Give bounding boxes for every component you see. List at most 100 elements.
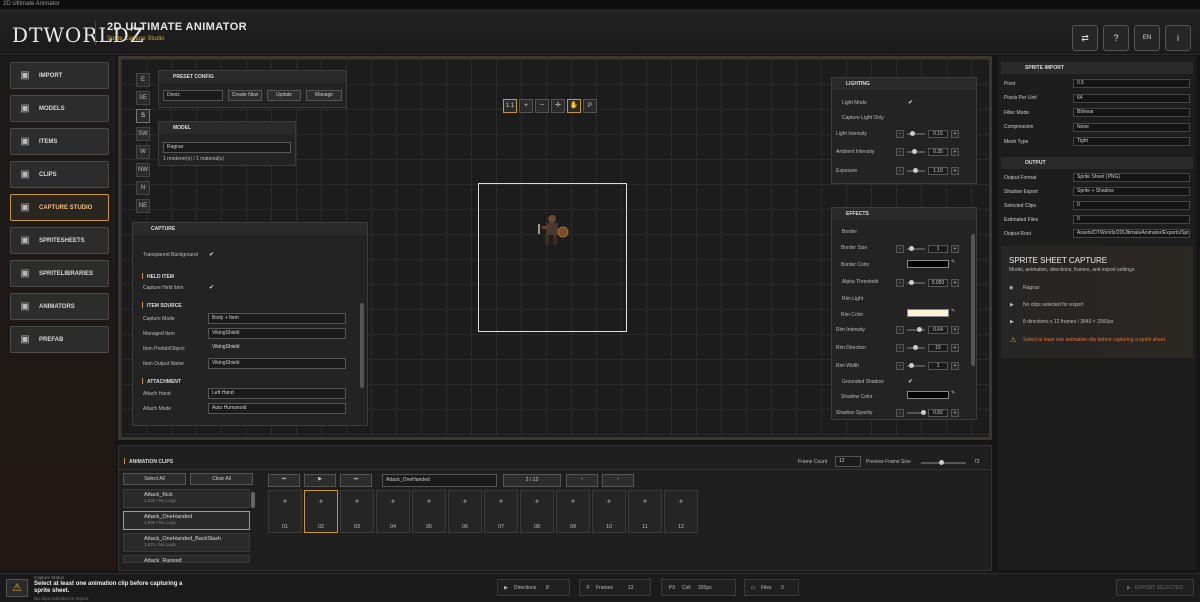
prev-frame-button[interactable]: ‹ xyxy=(566,474,598,487)
create-new-button[interactable]: Create New xyxy=(228,90,262,101)
direction-sw-button[interactable]: SW xyxy=(136,127,150,141)
model-select[interactable]: Ragnar xyxy=(163,142,291,153)
transparent-bg-check[interactable]: ✔ xyxy=(209,251,214,258)
pan-button[interactable]: ✋ xyxy=(567,99,581,113)
rim-width-increment[interactable]: + xyxy=(951,362,959,370)
clip-item[interactable]: Attack_OneHanded 1.93s / No Loop xyxy=(123,511,250,530)
output-field-1[interactable]: Sprite + Shadow xyxy=(1073,187,1190,196)
shadow-color-picker[interactable]: ✎ xyxy=(951,390,955,396)
light-intensity-decrement[interactable]: - xyxy=(896,130,904,138)
attach-hand-select[interactable]: Left Hand xyxy=(208,388,346,399)
capture-scrollbar[interactable] xyxy=(360,303,364,388)
rim-intensity-increment[interactable]: + xyxy=(951,326,959,334)
settings-sliders-button[interactable]: ⇄ xyxy=(1072,25,1098,51)
help-button[interactable]: ? xyxy=(1103,25,1129,51)
sidebar-item-spritesheets[interactable]: ▣ SPRITESHEETS xyxy=(10,227,109,254)
update-button[interactable]: Update xyxy=(267,90,301,101)
exposure-slider[interactable] xyxy=(907,168,925,173)
item-prefab-field[interactable]: VikingShield xyxy=(212,344,239,350)
clip-list-scrollbar[interactable] xyxy=(251,492,255,508)
import-field-0[interactable]: 0.5 xyxy=(1073,79,1190,88)
clear-all-button[interactable]: Clear All xyxy=(190,473,253,485)
clip-item[interactable]: Attack_Ranged xyxy=(123,555,250,563)
border-size-value[interactable]: 1 xyxy=(928,245,948,253)
import-field-3[interactable]: None xyxy=(1073,122,1190,132)
frame-thumbnail[interactable]: ✦ 07 xyxy=(484,490,518,533)
attach-mode-select[interactable]: Auto Humanoid xyxy=(208,403,346,414)
rim-width-slider[interactable] xyxy=(907,363,925,368)
output-field-0[interactable]: Sprite Sheet (PNG) xyxy=(1073,173,1190,182)
exposure-increment[interactable]: + xyxy=(951,167,959,175)
output-title[interactable]: OUTPUT xyxy=(1001,157,1193,169)
rim-direction-increment[interactable]: + xyxy=(951,344,959,352)
import-field-1[interactable]: 64 xyxy=(1073,93,1190,103)
rim-intensity-value[interactable]: 0.64 xyxy=(928,326,948,334)
light-intensity-value[interactable]: 0.15 xyxy=(928,130,948,138)
capture-mode-select[interactable]: Body + Item xyxy=(208,313,346,324)
frame-thumbnail[interactable]: ✦ 11 xyxy=(628,490,662,533)
managed-item-select[interactable]: VikingShield xyxy=(208,328,346,339)
frame-thumbnail[interactable]: ✦ 04 xyxy=(376,490,410,533)
zoom-one-button[interactable]: 1:1 xyxy=(503,99,517,113)
last-frame-button[interactable]: ⏭ xyxy=(340,474,372,487)
manage-button[interactable]: Manage xyxy=(306,90,342,101)
shadow-opacity-slider[interactable] xyxy=(907,410,926,415)
border-color-swatch[interactable] xyxy=(907,260,949,268)
shadow-opacity-decrement[interactable]: - xyxy=(896,409,904,417)
ambient-intensity-increment[interactable]: + xyxy=(951,148,959,156)
item-output-input[interactable]: VikingShield xyxy=(208,358,346,369)
border-size-increment[interactable]: + xyxy=(951,245,959,253)
rim-intensity-decrement[interactable]: - xyxy=(896,326,904,334)
zoom-in-button[interactable]: + xyxy=(519,99,533,113)
sidebar-item-clips[interactable]: ▣ CLIPS xyxy=(10,161,109,188)
direction-e-button[interactable]: E xyxy=(136,73,150,87)
sidebar-item-models[interactable]: ▣ MODELS xyxy=(10,95,109,122)
frame-thumbnail[interactable]: ✦ 03 xyxy=(340,490,374,533)
direction-ne-button[interactable]: NE xyxy=(136,199,150,213)
sidebar-item-items[interactable]: ▣ ITEMS xyxy=(10,128,109,155)
rim-width-value[interactable]: 1 xyxy=(928,362,948,370)
import-field-2[interactable]: Bilinear xyxy=(1073,108,1190,117)
direction-se-button[interactable]: SE xyxy=(136,91,150,105)
alpha-threshold-decrement[interactable]: - xyxy=(896,279,904,287)
light-mode-check[interactable]: ✔ xyxy=(908,99,913,106)
sidebar-item-capture-studio[interactable]: ▣ CAPTURE STUDIO xyxy=(10,194,109,221)
ambient-intensity-value[interactable]: 0.35 xyxy=(928,148,948,156)
light-intensity-slider[interactable] xyxy=(907,131,925,136)
frame-thumbnail[interactable]: ✦ 06 xyxy=(448,490,482,533)
exposure-value[interactable]: 1.10 xyxy=(928,167,948,175)
output-field-2[interactable]: 0 xyxy=(1073,201,1190,210)
sidebar-item-import[interactable]: ▣ IMPORT xyxy=(10,62,109,89)
light-intensity-increment[interactable]: + xyxy=(951,130,959,138)
clip-item[interactable]: Attack_OneHanded_BackSlash 1.67s / No Loo… xyxy=(123,533,250,552)
direction-nw-button[interactable]: NW xyxy=(136,163,150,177)
frame-thumbnail[interactable]: ✦ 09 xyxy=(556,490,590,533)
alpha-threshold-increment[interactable]: + xyxy=(951,279,959,287)
rim-color-swatch[interactable] xyxy=(907,309,949,317)
direction-s-button[interactable]: S xyxy=(136,109,150,123)
zoom-out-button[interactable]: − xyxy=(535,99,549,113)
info-button[interactable]: i xyxy=(1165,25,1191,51)
p-button[interactable]: P xyxy=(583,99,597,113)
clip-item[interactable]: Attack_Kick 1.33s / No Loop xyxy=(123,489,250,508)
import-field-4[interactable]: Tight xyxy=(1073,137,1190,146)
sprite-import-title[interactable]: SPRITE IMPORT xyxy=(1001,62,1193,74)
frame-thumbnail[interactable]: ✦ 08 xyxy=(520,490,554,533)
rim-intensity-slider[interactable] xyxy=(907,327,925,332)
sidebar-item-animators[interactable]: ▣ ANIMATORS xyxy=(10,293,109,320)
shadow-opacity-increment[interactable]: + xyxy=(951,409,959,417)
rim-direction-decrement[interactable]: - xyxy=(896,344,904,352)
rim-direction-value[interactable]: 15 xyxy=(928,344,948,352)
select-all-button[interactable]: Select All xyxy=(123,473,186,485)
alpha-threshold-slider[interactable] xyxy=(907,280,925,285)
border-size-slider[interactable] xyxy=(907,246,925,251)
language-button[interactable]: EN xyxy=(1134,25,1160,51)
frame-thumbnail[interactable]: ✦ 01 xyxy=(268,490,302,533)
exposure-decrement[interactable]: - xyxy=(896,167,904,175)
frame-thumbnail[interactable]: ✦ 02 xyxy=(304,490,338,533)
output-field-4[interactable]: Assets/DTWorldz/2DUltimateAnimator/Expor… xyxy=(1072,229,1190,238)
play-button[interactable]: ▶ xyxy=(304,474,336,487)
ambient-intensity-decrement[interactable]: - xyxy=(896,148,904,156)
border-size-decrement[interactable]: - xyxy=(896,245,904,253)
rim-direction-slider[interactable] xyxy=(907,345,925,350)
